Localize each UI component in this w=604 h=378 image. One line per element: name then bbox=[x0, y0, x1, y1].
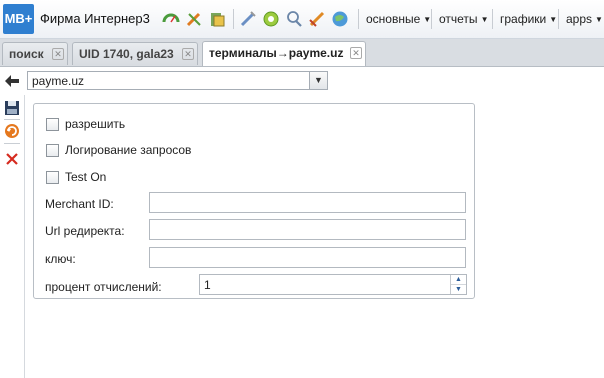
test-on-checkbox[interactable] bbox=[46, 170, 59, 184]
menu-reports[interactable]: отчеты ▼ bbox=[439, 12, 488, 26]
menu-charts[interactable]: графики ▼ bbox=[500, 12, 557, 26]
checkbox-label: Логирование запросов bbox=[65, 143, 192, 157]
merchant-id-label: Merchant ID: bbox=[45, 197, 114, 211]
percent-stepper[interactable]: 1 ▲ ▼ bbox=[199, 274, 467, 295]
redirect-url-input[interactable] bbox=[149, 219, 466, 240]
close-icon[interactable]: ✕ bbox=[350, 47, 362, 59]
settings-wrench-icon[interactable] bbox=[308, 10, 326, 28]
tab-search[interactable]: поиск ✕ bbox=[2, 42, 68, 65]
terminal-settings-panel: разрешить Логирование запросов Test On M… bbox=[33, 103, 475, 299]
side-toolbar bbox=[0, 95, 25, 378]
checkbox-row-allow[interactable]: разрешить bbox=[46, 117, 125, 131]
top-bar: MB+ Фирма Интернер3 основные▼ отчеты▼ bbox=[0, 0, 604, 39]
redirect-url-label: Url редиректа: bbox=[45, 224, 125, 238]
close-icon[interactable]: ✕ bbox=[52, 48, 64, 60]
tab-label: поиск bbox=[9, 47, 44, 61]
save-icon[interactable] bbox=[4, 100, 20, 116]
menu-separator bbox=[358, 9, 359, 29]
sidebar-divider bbox=[4, 143, 20, 144]
chevron-up-icon[interactable]: ▲ bbox=[451, 275, 466, 285]
toolbar-icons bbox=[162, 9, 354, 29]
gear-wheel-icon[interactable] bbox=[262, 10, 280, 28]
delete-icon[interactable] bbox=[4, 151, 20, 167]
checkbox-label: разрешить bbox=[65, 117, 126, 131]
refresh-icon[interactable] bbox=[4, 123, 20, 139]
tab-uid[interactable]: UID 1740, gala23 ✕ bbox=[72, 42, 198, 65]
toolbar-separator bbox=[233, 9, 234, 29]
menu-main[interactable]: основные ▼ bbox=[366, 12, 431, 26]
key-input[interactable] bbox=[149, 247, 466, 268]
menu-apps[interactable]: apps ▼ bbox=[566, 12, 603, 26]
terminal-select-value: payme.uz bbox=[32, 74, 85, 88]
percent-label: процент отчислений: bbox=[45, 280, 162, 294]
pen-icon[interactable] bbox=[239, 10, 257, 28]
logo[interactable]: MB+ bbox=[3, 4, 34, 34]
tab-label: UID 1740, gala23 bbox=[79, 47, 174, 61]
checkbox-label: Test On bbox=[65, 170, 107, 184]
percent-value: 1 bbox=[204, 278, 211, 292]
logging-checkbox[interactable] bbox=[46, 143, 59, 157]
checkbox-row-test[interactable]: Test On bbox=[46, 170, 106, 184]
money-icon[interactable] bbox=[208, 10, 226, 28]
checkbox-row-logging[interactable]: Логирование запросов bbox=[46, 143, 191, 157]
tab-label: терминалы→payme.uz bbox=[209, 46, 344, 60]
sidebar-divider bbox=[4, 119, 20, 120]
back-arrow-icon[interactable] bbox=[4, 73, 20, 89]
menu-separator bbox=[558, 9, 559, 29]
search-icon[interactable] bbox=[285, 10, 303, 28]
tools-icon[interactable] bbox=[185, 10, 203, 28]
chevron-down-icon[interactable]: ▼ bbox=[309, 72, 327, 89]
tab-bar: поиск ✕ UID 1740, gala23 ✕ терминалы→pay… bbox=[0, 39, 604, 67]
close-icon[interactable]: ✕ bbox=[182, 48, 194, 60]
menu-separator bbox=[492, 9, 493, 29]
terminal-select[interactable]: payme.uz ▼ bbox=[27, 71, 328, 90]
company-name: Фирма Интернер3 bbox=[40, 11, 150, 26]
chevron-down-icon[interactable]: ▼ bbox=[451, 285, 466, 294]
tab-terminals[interactable]: терминалы→payme.uz ✕ bbox=[202, 41, 366, 66]
allow-checkbox[interactable] bbox=[46, 117, 59, 131]
merchant-id-input[interactable] bbox=[149, 192, 466, 213]
speed-icon[interactable] bbox=[162, 10, 180, 28]
key-label: ключ: bbox=[45, 252, 76, 266]
menu-separator bbox=[431, 9, 432, 29]
globe-icon[interactable] bbox=[331, 10, 349, 28]
stepper-buttons: ▲ ▼ bbox=[450, 275, 466, 294]
